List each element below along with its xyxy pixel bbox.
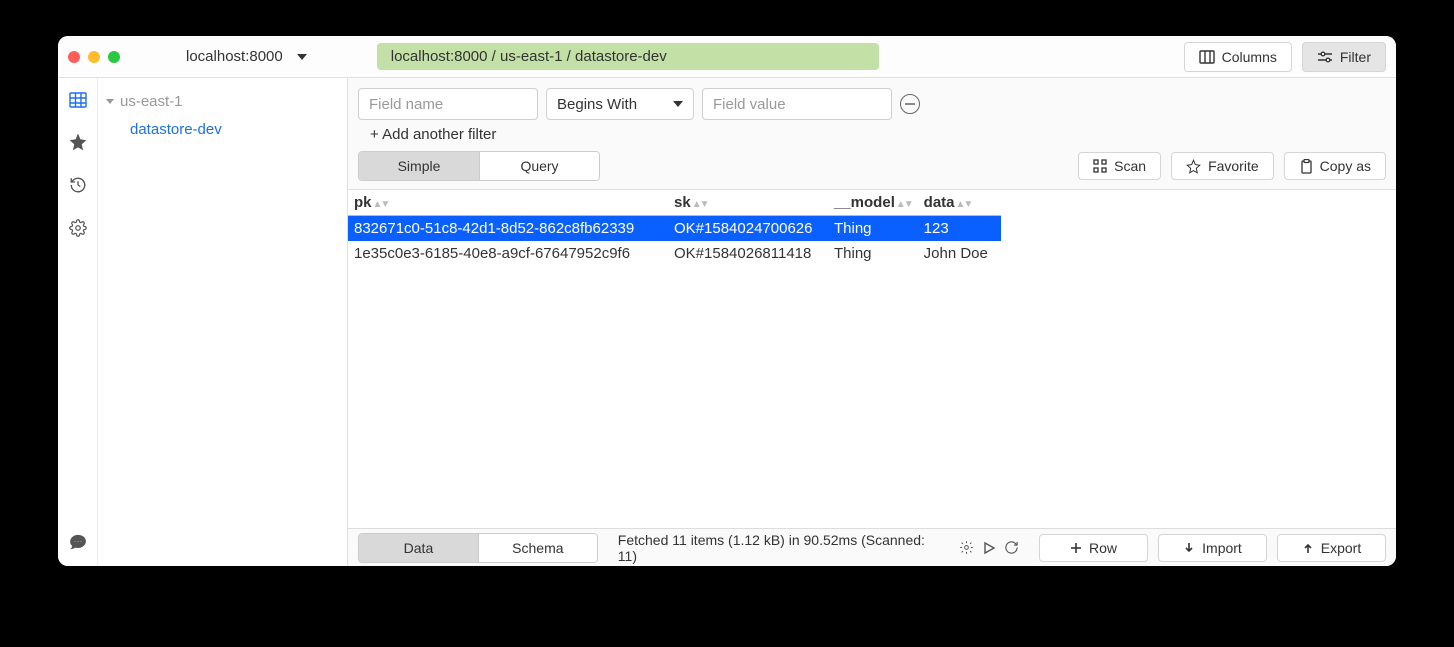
filter-button-label: Filter (1340, 49, 1371, 65)
app-window: localhost:8000 localhost:8000 / us-east-… (58, 36, 1396, 566)
refresh-icon[interactable] (1004, 540, 1019, 555)
table-header-row: pk▲▼ sk▲▼ __model▲▼ data▲▼ (348, 190, 1001, 216)
sort-icon: ▲▼ (373, 199, 389, 210)
main: Begins With + Add another filter Simple … (348, 78, 1396, 566)
cell-model: Thing (828, 241, 918, 266)
mode-row: Simple Query Scan Favorite Copy as (348, 151, 1396, 190)
gear-small-icon[interactable] (959, 540, 974, 555)
column-header-sk[interactable]: sk▲▼ (668, 190, 828, 216)
columns-button[interactable]: Columns (1184, 42, 1292, 72)
add-row-label: Row (1089, 540, 1117, 556)
window-title[interactable]: localhost:8000 (186, 48, 283, 65)
copy-as-button-label: Copy as (1320, 158, 1371, 174)
sort-icon: ▲▼ (692, 199, 708, 210)
sidebar: us-east-1 datastore-dev (98, 78, 348, 566)
column-header-model[interactable]: __model▲▼ (828, 190, 918, 216)
view-mode-segment: Data Schema (358, 533, 598, 563)
chevron-down-icon (106, 99, 114, 104)
import-label: Import (1202, 540, 1242, 556)
table-area: pk▲▼ sk▲▼ __model▲▼ data▲▼ 832671c0-51c8… (348, 190, 1396, 528)
star-icon[interactable] (69, 133, 87, 154)
traffic-lights (68, 51, 120, 63)
gear-icon[interactable] (69, 219, 87, 240)
sidebar-item-table[interactable]: datastore-dev (98, 121, 347, 138)
tables-icon[interactable] (69, 92, 87, 111)
remove-filter-button[interactable] (900, 94, 920, 114)
cell-data: John Doe (918, 241, 1002, 266)
cell-sk: OK#1584024700626 (668, 216, 828, 242)
cell-sk: OK#1584026811418 (668, 241, 828, 266)
export-label: Export (1321, 540, 1361, 556)
caret-down-icon (673, 101, 683, 107)
footer: Data Schema Fetched 11 items (1.12 kB) i… (348, 528, 1396, 566)
breadcrumb[interactable]: localhost:8000 / us-east-1 / datastore-d… (377, 43, 879, 70)
table-row[interactable]: 832671c0-51c8-42d1-8d52-862c8fb62339 OK#… (348, 216, 1001, 242)
favorite-button-label: Favorite (1208, 158, 1259, 174)
data-tab[interactable]: Data (359, 534, 478, 562)
titlebar: localhost:8000 localhost:8000 / us-east-… (58, 36, 1396, 78)
filter-field-value-input[interactable] (702, 88, 892, 120)
history-icon[interactable] (69, 176, 87, 197)
query-mode-button[interactable]: Query (479, 152, 599, 180)
sort-icon: ▲▼ (896, 199, 912, 210)
sidebar-item-region[interactable]: us-east-1 (98, 90, 347, 113)
schema-tab[interactable]: Schema (478, 534, 597, 562)
star-outline-icon (1186, 159, 1201, 174)
download-icon (1183, 542, 1195, 554)
sidebar-table-label: datastore-dev (130, 121, 222, 138)
import-button[interactable]: Import (1158, 534, 1267, 562)
add-filter-button[interactable]: + Add another filter (348, 122, 1396, 151)
play-icon[interactable] (982, 541, 996, 555)
sort-icon: ▲▼ (956, 199, 972, 210)
filter-operator-select[interactable]: Begins With (546, 88, 694, 120)
cell-pk: 1e35c0e3-6185-40e8-a9cf-67647952c9f6 (348, 241, 668, 266)
cell-model: Thing (828, 216, 918, 242)
filter-operator-value: Begins With (557, 96, 637, 113)
minus-icon (905, 103, 915, 105)
status-text: Fetched 11 items (1.12 kB) in 90.52ms (S… (618, 532, 945, 564)
minimize-window-button[interactable] (88, 51, 100, 63)
iconrail (58, 78, 98, 566)
close-window-button[interactable] (68, 51, 80, 63)
query-mode-segment: Simple Query (358, 151, 600, 181)
table-row[interactable]: 1e35c0e3-6185-40e8-a9cf-67647952c9f6 OK#… (348, 241, 1001, 266)
copy-as-button[interactable]: Copy as (1284, 152, 1386, 180)
chat-icon[interactable] (69, 533, 87, 554)
sidebar-region-label: us-east-1 (120, 93, 183, 110)
columns-icon (1199, 50, 1215, 64)
add-row-button[interactable]: Row (1039, 534, 1148, 562)
simple-mode-button[interactable]: Simple (359, 152, 479, 180)
filter-field-name-input[interactable] (358, 88, 538, 120)
caret-down-icon[interactable] (297, 54, 307, 60)
maximize-window-button[interactable] (108, 51, 120, 63)
status-icons (959, 540, 1019, 555)
export-button[interactable]: Export (1277, 534, 1386, 562)
plus-icon (1070, 542, 1082, 554)
body: us-east-1 datastore-dev Begins With + Ad… (58, 78, 1396, 566)
upload-icon (1302, 542, 1314, 554)
columns-button-label: Columns (1222, 49, 1277, 65)
filter-button[interactable]: Filter (1302, 42, 1386, 72)
favorite-button[interactable]: Favorite (1171, 152, 1274, 180)
column-header-pk[interactable]: pk▲▼ (348, 190, 668, 216)
column-header-data[interactable]: data▲▼ (918, 190, 1002, 216)
scan-button-label: Scan (1114, 158, 1146, 174)
cell-pk: 832671c0-51c8-42d1-8d52-862c8fb62339 (348, 216, 668, 242)
clipboard-icon (1299, 159, 1313, 174)
filter-row: Begins With (348, 78, 1396, 122)
sliders-icon (1317, 50, 1333, 64)
data-table: pk▲▼ sk▲▼ __model▲▼ data▲▼ 832671c0-51c8… (348, 190, 1001, 266)
scan-icon (1093, 159, 1107, 173)
scan-button[interactable]: Scan (1078, 152, 1161, 180)
cell-data: 123 (918, 216, 1002, 242)
